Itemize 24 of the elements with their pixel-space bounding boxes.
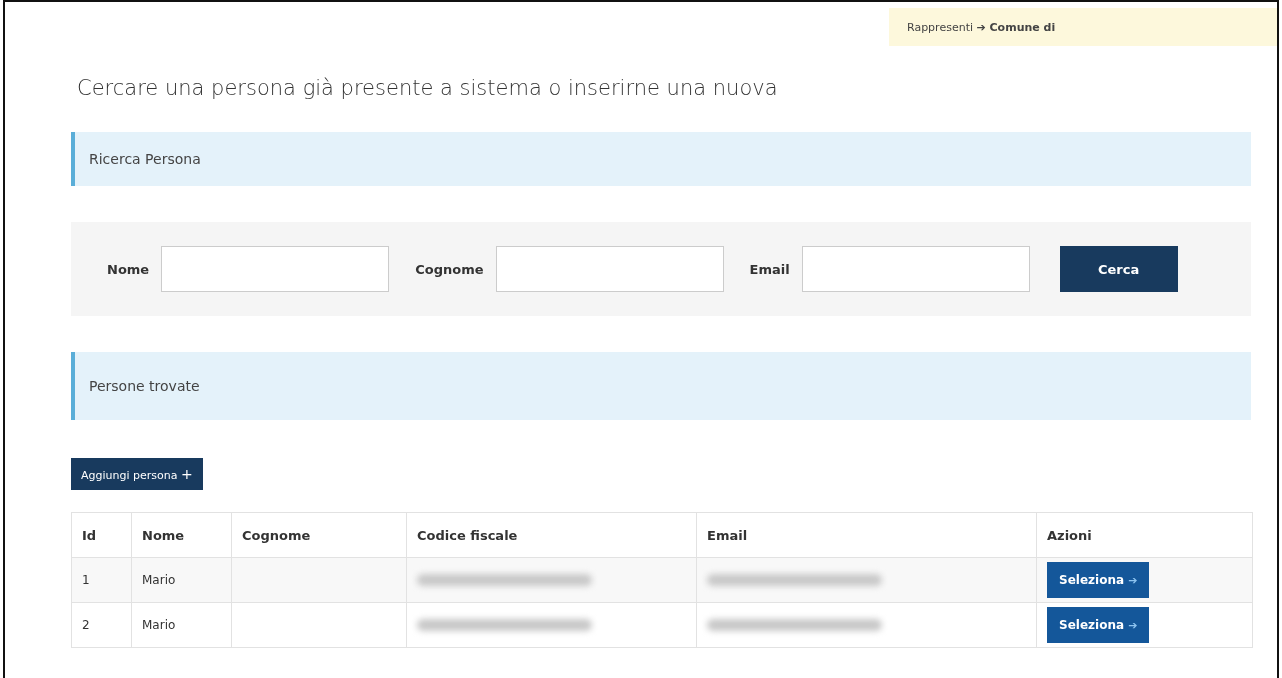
- column-header: Cognome: [231, 512, 407, 558]
- table-cell: Mario: [131, 602, 232, 648]
- column-header: Nome: [131, 512, 232, 558]
- table-cell: 1: [71, 557, 132, 603]
- input-field[interactable]: [495, 246, 724, 292]
- search-button[interactable]: Cerca: [1059, 246, 1178, 292]
- section-title: Ricerca Persona: [89, 151, 201, 167]
- table-cell: 2: [71, 602, 132, 648]
- input-field[interactable]: [801, 246, 1030, 292]
- context-text: Rappresenti ➔ Comune di: [907, 20, 1056, 34]
- column-header: Azioni: [1036, 512, 1253, 558]
- page-title: Cercare una persona già presente a sistema o inserirne una nuova: [77, 76, 779, 100]
- column-header: Email: [696, 512, 1037, 558]
- select-button[interactable]: Seleziona ➔: [1047, 562, 1150, 598]
- add-person-button[interactable]: Aggiungi persona +: [71, 458, 203, 490]
- column-header: Id: [71, 512, 132, 558]
- field-label: Nome: [107, 261, 150, 277]
- table-cell: Mario: [131, 557, 232, 603]
- field-label: Cognome: [415, 261, 484, 277]
- field-label: Email: [749, 261, 790, 277]
- select-button[interactable]: Seleziona ➔: [1047, 607, 1150, 643]
- section-title: Persone trovate: [89, 378, 200, 394]
- input-field[interactable]: [161, 246, 390, 292]
- column-header: Codice fiscale: [406, 512, 697, 558]
